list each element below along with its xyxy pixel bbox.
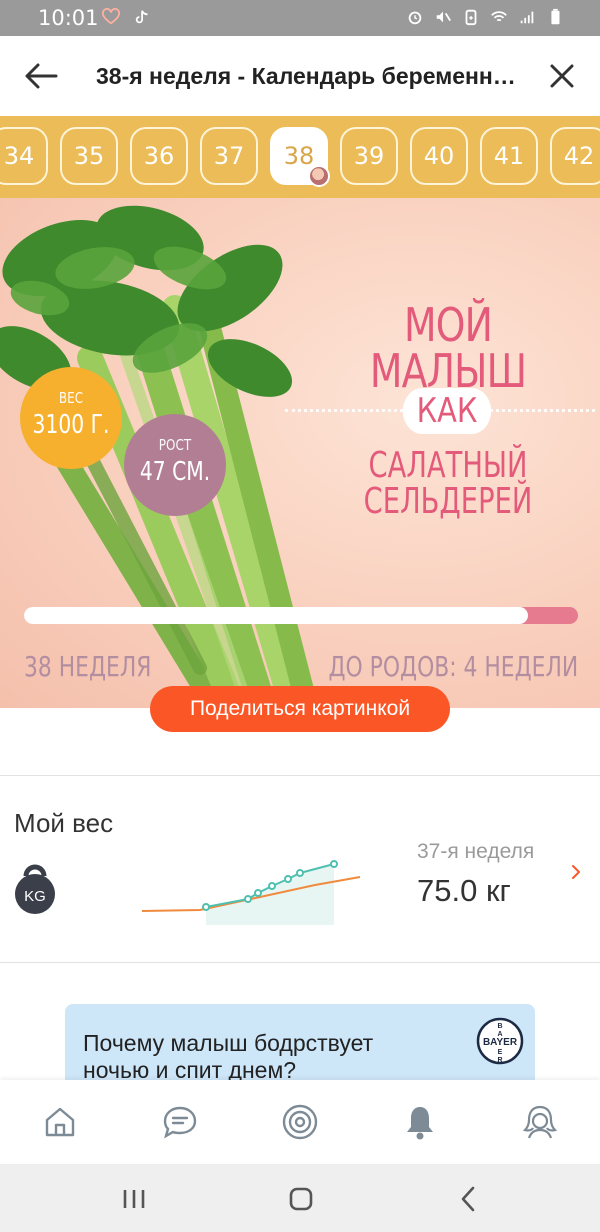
back-icon[interactable] [452,1182,486,1216]
week-number: 37 [213,142,245,170]
chevron-right-icon[interactable] [566,860,586,884]
page-title: 38-я неделя - Календарь беременности [96,63,516,89]
week-pill[interactable]: 37 [200,127,258,185]
my-weight-title: Мой вес [14,808,114,838]
profile-icon [522,1105,558,1139]
weight-point [268,882,276,890]
chat-icon [163,1106,197,1139]
week-number: 39 [353,142,385,170]
target-icon [282,1104,318,1140]
battery-saver-icon [465,9,477,26]
signal-icon [520,11,534,24]
kg-icon-label: KG [24,888,46,905]
weight-label: Вес [58,389,84,407]
week-number: 34 [3,142,35,170]
pregnancy-progress-fill [24,607,529,624]
week-number: 40 [423,142,455,170]
recent-apps-icon[interactable] [117,1182,151,1216]
close-icon[interactable] [544,58,580,94]
banner-headline: Мой малыш [369,298,527,398]
battery-icon [551,8,560,25]
due-caption: До родов: 4 недели [328,650,578,683]
fruit-size-banner: Мой малыш как салатный сельдерей Вес 310… [0,198,600,708]
share-image-button[interactable]: Поделиться картинкой [150,686,450,732]
weight-value: 3100 г. [32,410,110,440]
week-pill[interactable]: 42 [550,127,600,185]
bayer-logo: BAYER B A E R [476,1017,524,1065]
banner-subject: салатный сельдерей [363,445,533,522]
system-navigation [0,1164,600,1232]
height-value: 47 см. [139,457,211,487]
last-weight-value: 75.0 кг [417,873,511,908]
arrow-left-icon[interactable] [22,58,62,94]
week-selector: 34 35 36 37 38 39 40 41 42 [0,116,600,198]
nav-home[interactable] [30,1092,90,1152]
week-number: 38 [283,142,315,170]
nav-target[interactable] [270,1092,330,1152]
status-time: 10:01 [38,6,99,30]
weight-point [254,889,262,897]
weight-trend-chart[interactable] [140,855,370,930]
last-week-label: 37-я неделя [417,840,535,863]
week-pill[interactable]: 41 [480,127,538,185]
article-title: Почему малыш бодрствует ночью и спит дне… [83,1030,374,1083]
weight-point [296,869,304,877]
app-header: 38-я неделя - Календарь беременности [0,36,600,116]
pregnancy-progress-bar [24,607,578,624]
home-icon [45,1107,75,1137]
baby-height-badge: Рост 47 см. [124,414,226,516]
svg-text:R: R [497,1057,502,1064]
wifi-icon [491,11,507,22]
week-caption: 38 неделя [24,650,152,683]
week-pill[interactable]: 39 [340,127,398,185]
nav-notifications[interactable] [390,1092,450,1152]
heart-app-icon [102,8,120,25]
week-pill[interactable]: 35 [60,127,118,185]
week-list: 34 35 36 37 38 39 40 41 42 [0,127,600,187]
svg-text:B: B [497,1023,502,1030]
baby-weight-badge: Вес 3100 г. [20,367,122,469]
tiktok-icon [135,10,148,24]
weight-point [202,903,210,911]
weight-point [330,860,338,868]
week-number: 42 [563,142,595,170]
week-pill[interactable]: 40 [410,127,468,185]
height-label: Рост [158,436,192,454]
alarm-icon [408,11,422,25]
svg-text:A: A [497,1031,502,1038]
weight-point [284,875,292,883]
week-number: 36 [143,142,175,170]
week-number: 41 [493,142,525,170]
svg-text:BAYER: BAYER [483,1037,518,1048]
section-divider [0,775,600,776]
kettlebell-icon: KG [15,864,55,914]
home-button-icon[interactable] [284,1182,318,1216]
bell-icon [407,1107,433,1140]
week-pill[interactable]: 36 [130,127,188,185]
week-number: 35 [73,142,105,170]
nav-chat[interactable] [150,1092,210,1152]
svg-text:E: E [498,1049,503,1056]
banner-connector: как [402,388,492,434]
nav-profile[interactable] [510,1092,570,1152]
mute-icon [436,11,451,23]
status-bar: 10:01 [0,0,600,36]
week-pill[interactable]: 38 [270,127,330,187]
weight-point [244,895,252,903]
section-divider [0,962,600,963]
avatar [308,165,330,187]
week-pill[interactable]: 34 [0,127,48,185]
bottom-navigation [0,1080,600,1164]
